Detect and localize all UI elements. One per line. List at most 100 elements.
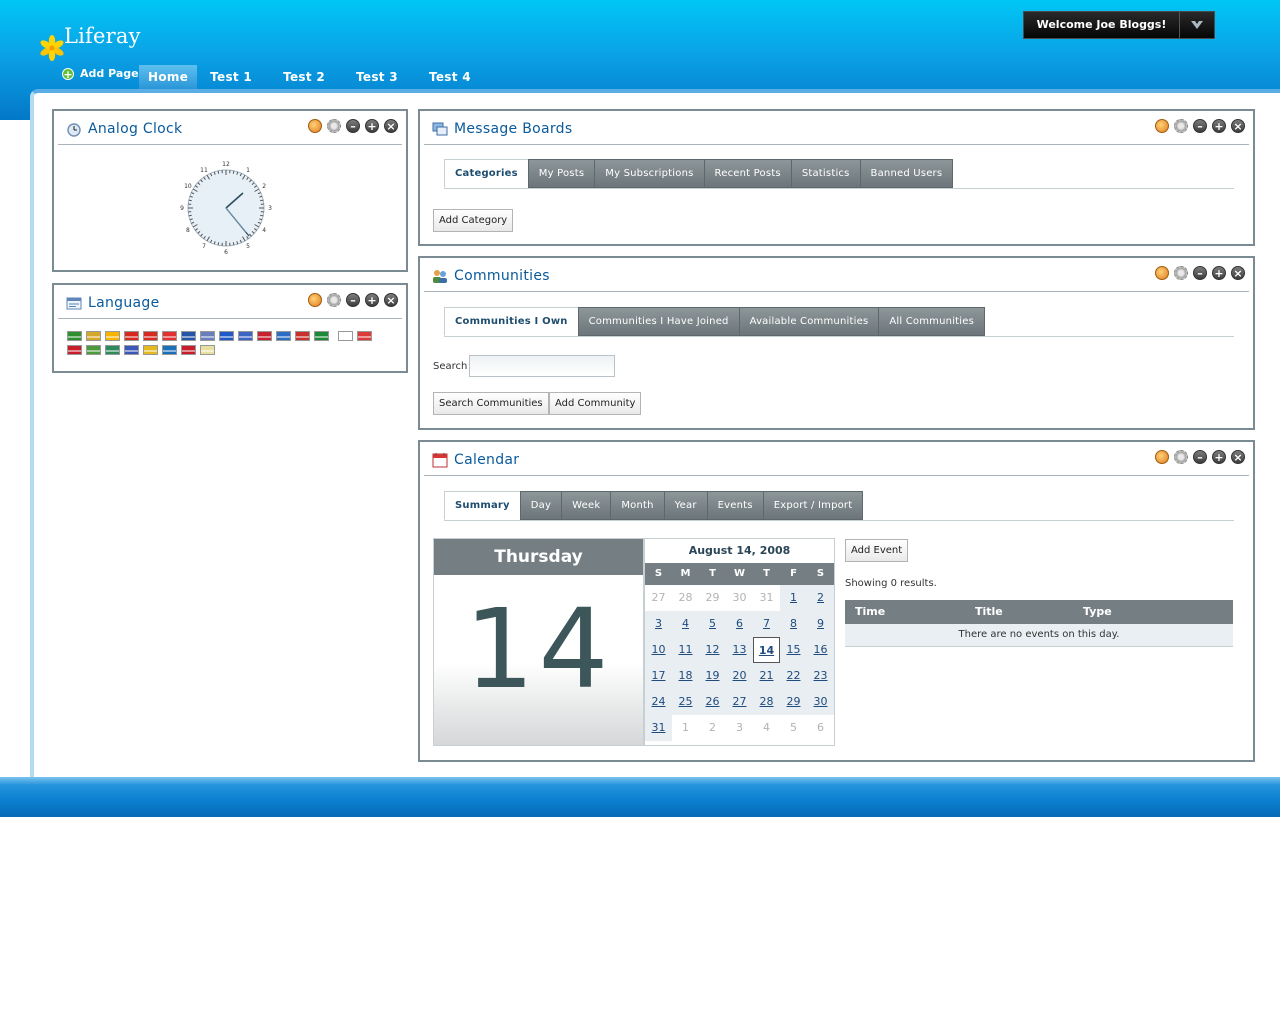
welcome-text[interactable]: Welcome Joe Bloggs! (1024, 12, 1180, 38)
language-flag-icon[interactable] (219, 331, 234, 341)
logo[interactable]: Liferay (38, 24, 141, 61)
language-flag-icon[interactable] (200, 345, 215, 355)
nav-item-test-3[interactable]: Test 3 (347, 65, 407, 89)
look-and-feel-icon[interactable] (1155, 119, 1169, 133)
add-community-button[interactable]: Add Community (549, 392, 642, 415)
look-and-feel-icon[interactable] (308, 119, 322, 133)
language-flag-icon[interactable] (357, 331, 372, 341)
calendar-day[interactable]: 3 (645, 611, 672, 637)
calendar-day[interactable]: 22 (780, 663, 807, 689)
tab-categories[interactable]: Categories (444, 159, 529, 188)
calendar-day[interactable]: 23 (807, 663, 834, 689)
calendar-day[interactable]: 16 (807, 637, 834, 663)
language-flag-icon[interactable] (181, 331, 196, 341)
add-page-button[interactable]: + Add Page (62, 67, 139, 80)
calendar-day[interactable]: 11 (672, 637, 699, 663)
tab-communities-i-own[interactable]: Communities I Own (444, 307, 579, 336)
tab-summary[interactable]: Summary (444, 491, 521, 520)
user-menu[interactable]: Welcome Joe Bloggs! (1023, 11, 1215, 39)
calendar-day[interactable]: 13 (726, 637, 753, 663)
calendar-day[interactable]: 8 (780, 611, 807, 637)
close-icon[interactable]: × (1231, 450, 1245, 464)
calendar-day[interactable]: 5 (699, 611, 726, 637)
language-flag-icon[interactable] (67, 345, 82, 355)
calendar-day[interactable]: 21 (753, 663, 780, 689)
calendar-day-today[interactable]: 14 (753, 637, 780, 663)
gear-icon[interactable] (1174, 266, 1188, 280)
language-flag-icon[interactable] (276, 331, 291, 341)
calendar-day[interactable]: 24 (645, 689, 672, 715)
column-header-title[interactable]: Title (975, 600, 1083, 624)
nav-item-home[interactable]: Home (139, 65, 198, 89)
language-flag-icon[interactable] (200, 331, 215, 341)
tab-communities-i-have-joined[interactable]: Communities I Have Joined (577, 307, 740, 336)
nav-item-test-2[interactable]: Test 2 (274, 65, 334, 89)
gear-icon[interactable] (1174, 119, 1188, 133)
calendar-day[interactable]: 10 (645, 637, 672, 663)
user-menu-dropdown-button[interactable] (1180, 12, 1214, 38)
gear-icon[interactable] (327, 293, 341, 307)
close-icon[interactable]: × (1231, 266, 1245, 280)
tab-day[interactable]: Day (519, 491, 563, 520)
tab-my-subscriptions[interactable]: My Subscriptions (594, 159, 705, 188)
gear-icon[interactable] (1174, 450, 1188, 464)
maximize-icon[interactable]: + (365, 119, 379, 133)
language-flag-icon[interactable] (124, 345, 139, 355)
language-flag-icon[interactable] (86, 331, 101, 341)
tab-events[interactable]: Events (706, 491, 764, 520)
close-icon[interactable]: × (1231, 119, 1245, 133)
column-header-time[interactable]: Time (845, 600, 975, 624)
calendar-day[interactable]: 25 (672, 689, 699, 715)
calendar-day[interactable]: 28 (753, 689, 780, 715)
look-and-feel-icon[interactable] (1155, 450, 1169, 464)
language-flag-icon[interactable] (105, 345, 120, 355)
calendar-day[interactable]: 2 (807, 585, 834, 611)
calendar-day[interactable]: 1 (780, 585, 807, 611)
calendar-day[interactable]: 27 (726, 689, 753, 715)
minimize-icon[interactable]: – (1193, 119, 1207, 133)
language-flag-icon[interactable] (162, 331, 177, 341)
calendar-day[interactable]: 19 (699, 663, 726, 689)
calendar-day[interactable]: 4 (672, 611, 699, 637)
calendar-day[interactable]: 31 (645, 715, 672, 741)
language-flag-icon[interactable] (295, 331, 310, 341)
calendar-day[interactable]: 12 (699, 637, 726, 663)
minimize-icon[interactable]: – (1193, 450, 1207, 464)
language-flag-icon[interactable] (67, 331, 82, 341)
nav-item-test-4[interactable]: Test 4 (420, 65, 480, 89)
calendar-day[interactable]: 20 (726, 663, 753, 689)
maximize-icon[interactable]: + (1212, 119, 1226, 133)
close-icon[interactable]: × (384, 293, 398, 307)
language-flag-icon[interactable] (162, 345, 177, 355)
add-event-button[interactable]: Add Event (845, 539, 909, 562)
calendar-day[interactable]: 7 (753, 611, 780, 637)
language-flag-icon[interactable] (257, 331, 272, 341)
look-and-feel-icon[interactable] (308, 293, 322, 307)
calendar-day[interactable]: 9 (807, 611, 834, 637)
column-header-type[interactable]: Type (1083, 600, 1203, 624)
minimize-icon[interactable]: – (346, 119, 360, 133)
calendar-day[interactable]: 6 (726, 611, 753, 637)
month-header[interactable]: August 14, 2008 (645, 539, 834, 563)
language-flag-icon[interactable] (238, 331, 253, 341)
search-input[interactable] (469, 355, 615, 377)
tab-my-posts[interactable]: My Posts (527, 159, 596, 188)
tab-statistics[interactable]: Statistics (790, 159, 861, 188)
look-and-feel-icon[interactable] (1155, 266, 1169, 280)
language-flag-icon[interactable] (105, 331, 120, 341)
maximize-icon[interactable]: + (365, 293, 379, 307)
tab-recent-posts[interactable]: Recent Posts (703, 159, 792, 188)
language-flag-icon[interactable] (143, 331, 158, 341)
tab-available-communities[interactable]: Available Communities (738, 307, 880, 336)
search-communities-button[interactable]: Search Communities (433, 392, 549, 415)
language-flag-icon[interactable] (86, 345, 101, 355)
tab-week[interactable]: Week (561, 491, 612, 520)
tab-export-import[interactable]: Export / Import (762, 491, 864, 520)
calendar-day[interactable]: 29 (780, 689, 807, 715)
nav-item-test-1[interactable]: Test 1 (201, 65, 261, 89)
maximize-icon[interactable]: + (1212, 266, 1226, 280)
calendar-day[interactable]: 26 (699, 689, 726, 715)
tab-banned-users[interactable]: Banned Users (859, 159, 954, 188)
calendar-day[interactable]: 30 (807, 689, 834, 715)
minimize-icon[interactable]: – (1193, 266, 1207, 280)
